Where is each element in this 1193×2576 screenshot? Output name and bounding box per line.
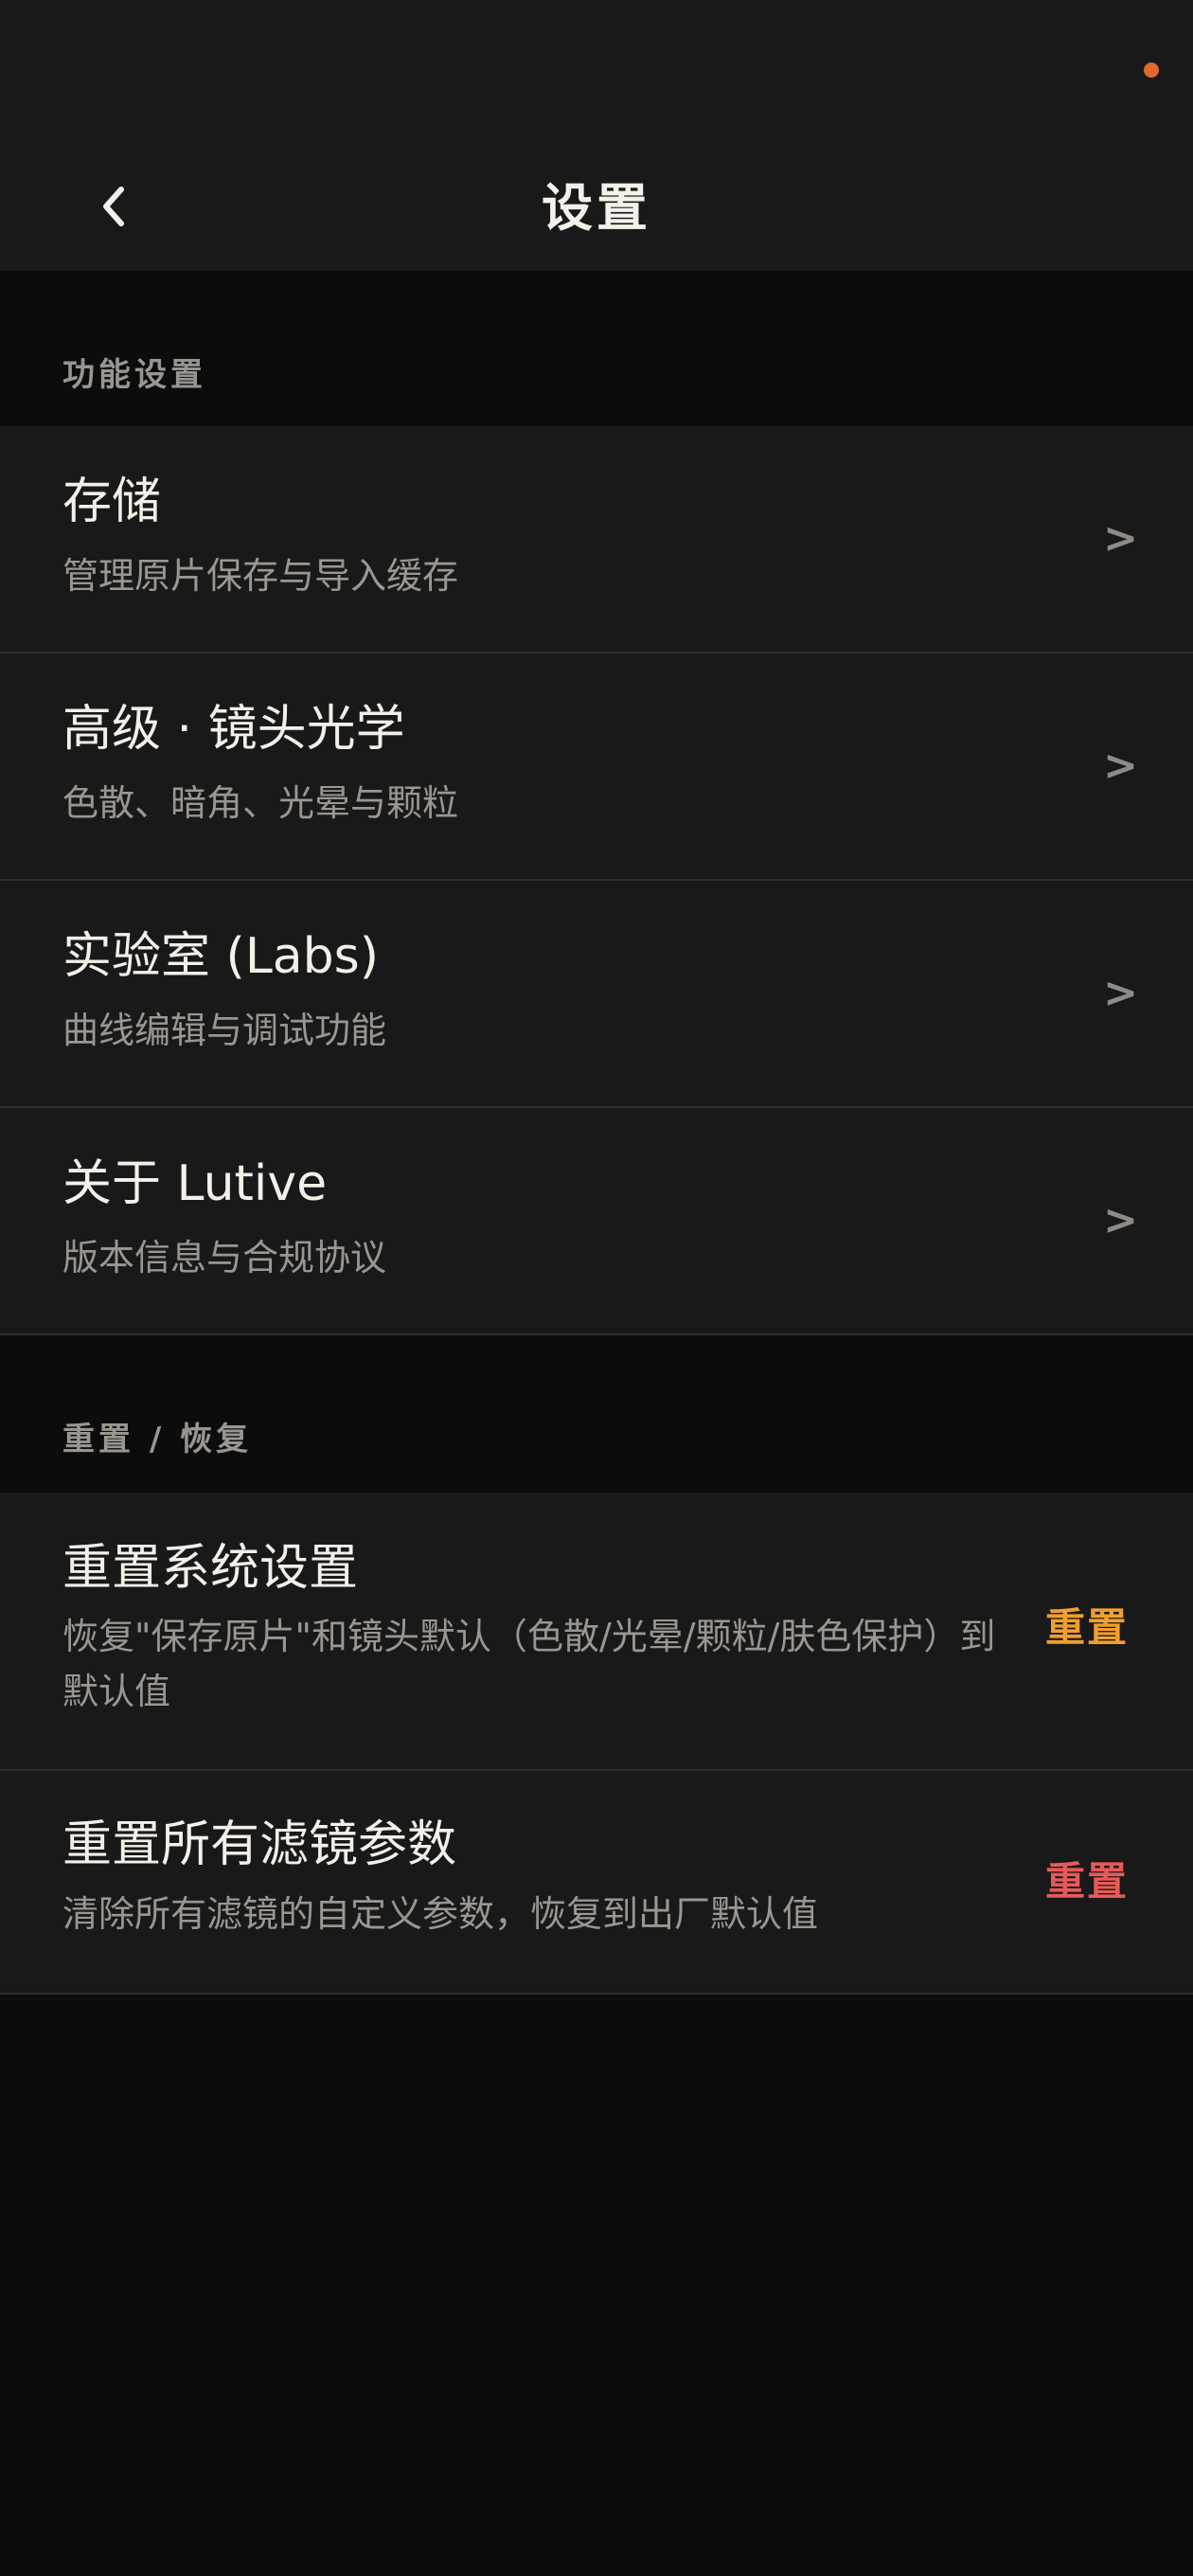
status-bar xyxy=(0,0,1193,142)
settings-item-title: 重置系统设置 xyxy=(62,1540,359,1597)
chevron-right-icon: > xyxy=(1103,969,1138,1017)
settings-item-subtitle: 曲线编辑与调试功能 xyxy=(62,1010,387,1051)
status-indicator-dot xyxy=(1144,63,1159,78)
settings-item-title: 重置所有滤镜参数 xyxy=(62,1816,457,1873)
settings-item-subtitle: 恢复"保存原片"和镜头默认（色散/光晕/颗粒/肤色保护）到 xyxy=(62,1616,996,1657)
settings-item-about[interactable]: 关于 Lutive 版本信息与合规协议 > xyxy=(0,1108,1193,1335)
settings-item-reset-filters: 重置所有滤镜参数 清除所有滤镜的自定义参数，恢复到出厂默认值 重置 xyxy=(0,1771,1193,1995)
settings-item-title: 存储 xyxy=(62,474,162,530)
settings-item-lens-optics[interactable]: 高级 · 镜头光学 色散、暗角、光晕与颗粒 > xyxy=(0,653,1193,881)
reset-system-button[interactable]: 重置 xyxy=(1045,1604,1129,1652)
settings-item-title: 高级 · 镜头光学 xyxy=(62,701,405,758)
settings-item-labs[interactable]: 实验室 (Labs) 曲线编辑与调试功能 > xyxy=(0,881,1193,1108)
settings-item-subtitle: 版本信息与合规协议 xyxy=(62,1237,387,1279)
chevron-right-icon: > xyxy=(1103,742,1138,790)
chevron-right-icon: > xyxy=(1103,1196,1138,1244)
chevron-right-icon: > xyxy=(1103,514,1138,563)
settings-item-subtitle: 色散、暗角、光晕与颗粒 xyxy=(62,782,459,824)
settings-item-subtitle: 管理原片保存与导入缓存 xyxy=(62,555,459,597)
reset-filters-button[interactable]: 重置 xyxy=(1045,1858,1129,1905)
settings-item-title: 关于 Lutive xyxy=(62,1155,328,1212)
settings-item-storage[interactable]: 存储 管理原片保存与导入缓存 > xyxy=(0,426,1193,653)
settings-item-reset-system: 重置系统设置 恢复"保存原片"和镜头默认（色散/光晕/颗粒/肤色保护）到 默认值… xyxy=(0,1493,1193,1771)
settings-item-subtitle: 清除所有滤镜的自定义参数，恢复到出厂默认值 xyxy=(62,1893,819,1935)
section-label-features: 功能设置 xyxy=(62,356,206,394)
settings-item-subtitle-continued: 默认值 xyxy=(62,1671,171,1712)
settings-item-title: 实验室 (Labs) xyxy=(62,928,380,985)
page-title: 设置 xyxy=(542,178,651,238)
header-bar: 设置 xyxy=(0,142,1193,271)
section-label-reset: 重置 / 恢复 xyxy=(62,1421,253,1458)
